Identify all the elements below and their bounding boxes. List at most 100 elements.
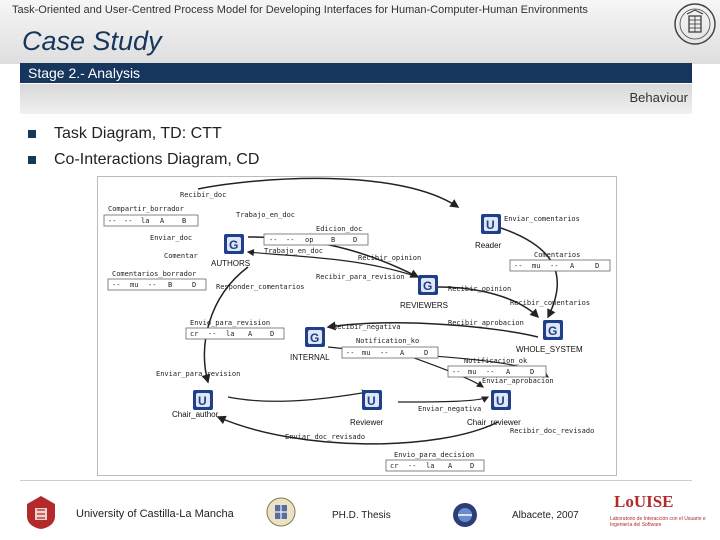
authors-role-icon: [224, 234, 244, 254]
message-label: Envio_para_revision: [190, 319, 270, 327]
svg-text:--: --: [550, 262, 558, 270]
chair-reviewer-role-icon: [491, 390, 511, 410]
chair-author-role-icon: [193, 390, 213, 410]
svg-text:--: --: [112, 281, 120, 289]
message-label: Notificacion_ok: [464, 357, 528, 365]
whole-system-role-icon: [543, 320, 563, 340]
role-label: INTERNAL: [290, 353, 330, 362]
reviewer-role-icon: [362, 390, 382, 410]
content-band: [20, 84, 692, 114]
flow-arrow: [397, 396, 490, 403]
svg-text:--: --: [269, 236, 277, 244]
flow-arrow: [227, 389, 370, 402]
lab-caption: Laboratorio de Interacción con el Usuari…: [610, 516, 706, 528]
svg-text:mu: mu: [362, 349, 370, 357]
university-emblem-icon: [674, 3, 716, 45]
svg-text:--: --: [108, 217, 116, 225]
bullet-list: Task Diagram, TD: CTT Co-Interactions Di…: [28, 121, 259, 173]
role-label: REVIEWERS: [400, 301, 448, 310]
svg-text:D: D: [353, 236, 357, 244]
message-label: Comentar: [164, 252, 198, 260]
crest-logo-icon: [266, 497, 296, 527]
message-label: Envio_para_decision: [394, 451, 474, 459]
message-label: Comentarios: [534, 251, 580, 259]
thesis-label: PH.D. Thesis: [332, 510, 391, 521]
comentarios-borrador-table: -- mu -- B D: [107, 278, 207, 291]
stage-bar: Stage 2.- Analysis: [20, 63, 692, 83]
message-label: Enviar_negativa: [418, 405, 481, 413]
notificacion-ok-table: -- mu -- A D: [447, 365, 547, 378]
svg-text:cr: cr: [390, 462, 398, 470]
notification-ko-table: -- mu -- A D: [341, 346, 439, 359]
message-label: Enviar_doc_revisado: [285, 433, 365, 441]
presentation-title: Task-Oriented and User-Centred Process M…: [12, 4, 588, 16]
svg-text:D: D: [595, 262, 599, 270]
footer-divider: [20, 480, 692, 481]
role-label: WHOLE_SYSTEM: [516, 345, 583, 354]
reviewers-role-icon: [418, 275, 438, 295]
message-label: Trabajo_en_doc: [236, 211, 295, 219]
svg-text:mu: mu: [468, 368, 476, 376]
lab-logo: LoUISE: [614, 492, 674, 511]
role-label: Reader: [475, 241, 502, 250]
message-label: Notification_ko: [356, 337, 419, 345]
message-label: Responder_comentarios: [216, 283, 305, 291]
edicion-table: -- -- op B D: [263, 233, 369, 246]
svg-text:--: --: [124, 217, 132, 225]
message-label: Enviar_doc: [150, 234, 192, 242]
diagram-canvas: G U AUTHORS Reader REVIEWERS WHOLE_SYSTE…: [103, 177, 611, 472]
message-label: Enviar_comentarios: [504, 215, 580, 223]
place-date: Albacete, 2007: [512, 510, 579, 521]
section-label: Behaviour: [629, 90, 688, 105]
flow-arrow: [197, 177, 460, 208]
bullet-item: Co-Interactions Diagram, CD: [28, 147, 259, 173]
svg-text:D: D: [424, 349, 428, 357]
role-label: AUTHORS: [211, 259, 250, 268]
svg-text:la: la: [141, 217, 149, 225]
message-label: Trabajo_en_doc: [264, 247, 323, 255]
co-interactions-diagram: G U AUTHORS Reader REVIEWERS WHOLE_SYSTE…: [97, 176, 617, 476]
message-label: Recibir_comentarios: [510, 299, 590, 307]
dsi-logo-icon: [453, 503, 477, 527]
svg-text:D: D: [470, 462, 474, 470]
message-label: Compartir_borrador: [108, 205, 184, 213]
case-study-title: Case Study: [22, 26, 162, 56]
message-label: Edicion_doc: [316, 225, 362, 233]
message-label: Recibir_para_revision: [316, 273, 405, 281]
svg-text:la: la: [226, 330, 234, 338]
message-label: Enviar_aprobacion: [482, 377, 554, 385]
svg-text:cr: cr: [190, 330, 198, 338]
message-label: Recibir_opinion: [358, 254, 421, 262]
envio-decision-table: cr -- la A D: [385, 459, 485, 472]
message-label: Comentarios_borrador: [112, 270, 196, 278]
message-label: Recibir_doc: [180, 191, 226, 199]
internal-role-icon: [305, 327, 325, 347]
svg-text:la: la: [426, 462, 434, 470]
role-label: Reviewer: [350, 418, 384, 427]
envio-revision-table: cr -- la A D: [185, 327, 285, 340]
svg-text:op: op: [305, 236, 313, 244]
svg-text:--: --: [380, 349, 388, 357]
message-label: Recibir_opinion: [448, 285, 511, 293]
compartir-table: -- -- la A B: [103, 214, 199, 227]
svg-text:B: B: [182, 217, 186, 225]
svg-text:--: --: [486, 368, 494, 376]
svg-text:D: D: [270, 330, 274, 338]
role-label: Chair_reviewer: [467, 418, 521, 427]
svg-text:--: --: [346, 349, 354, 357]
reader-role-icon: [481, 214, 501, 234]
svg-text:--: --: [514, 262, 522, 270]
svg-text:B: B: [168, 281, 172, 289]
bullet-square-icon: [28, 156, 36, 164]
message-label: Enviar_para_revision: [156, 370, 240, 378]
university-shield-logo-icon: [27, 496, 55, 529]
message-label: Recibir_aprobacion: [448, 319, 524, 327]
svg-text:mu: mu: [130, 281, 138, 289]
svg-text:--: --: [286, 236, 294, 244]
svg-text:--: --: [452, 368, 460, 376]
svg-text:D: D: [192, 281, 196, 289]
svg-text:--: --: [208, 330, 216, 338]
svg-text:--: --: [148, 281, 156, 289]
message-label: Recibir_doc_revisado: [510, 427, 594, 435]
svg-text:B: B: [331, 236, 335, 244]
